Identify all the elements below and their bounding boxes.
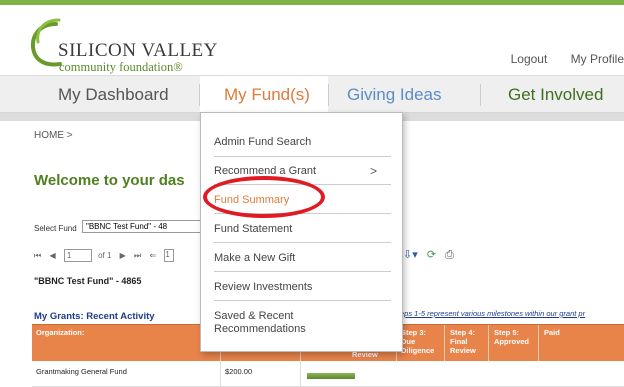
page-root: SILICON VALLEY community foundation® Log… bbox=[0, 0, 624, 387]
col-divider bbox=[300, 362, 301, 387]
menu-item-saved-recommendations[interactable]: Saved & Recent Recommendations bbox=[214, 310, 344, 336]
page-count-text: of 1 bbox=[98, 251, 112, 260]
grants-steps-note[interactable]: eps 1-5 represent various milestones wit… bbox=[400, 309, 585, 318]
col-paid: Paid bbox=[544, 328, 560, 337]
col-divider bbox=[538, 325, 539, 362]
nav-divider bbox=[480, 84, 481, 106]
prev-page-icon[interactable]: ◀ bbox=[49, 251, 55, 260]
menu-divider bbox=[214, 156, 391, 157]
report-pager: ⏮ ◀ 1 of 1 ▶ ⏭ ⇐ 1 bbox=[34, 249, 175, 265]
print-icon[interactable]: ⎙ bbox=[445, 249, 454, 261]
highlight-circle bbox=[203, 176, 325, 218]
col-divider bbox=[444, 325, 445, 362]
col-step3: Step 3: Due Diligence bbox=[401, 328, 435, 355]
chevron-right-icon: > bbox=[369, 164, 377, 178]
welcome-heading: Welcome to your das bbox=[34, 172, 185, 189]
menu-divider bbox=[214, 242, 391, 243]
row-organization[interactable]: Grantmaking General Fund bbox=[36, 367, 127, 376]
logo-title: SILICON VALLEY bbox=[58, 40, 218, 61]
page-number-input[interactable]: 1 bbox=[63, 249, 92, 262]
main-nav: My Dashboard My Fund(s) Giving Ideas Get… bbox=[0, 75, 624, 114]
next-page-icon[interactable]: ▶ bbox=[120, 251, 126, 260]
nav-giving-ideas[interactable]: Giving Ideas bbox=[347, 76, 442, 114]
select-fund-dropdown[interactable]: "BBNC Test Fund" - 48 bbox=[82, 220, 212, 233]
grants-section-title: My Grants: Recent Activity bbox=[34, 311, 155, 322]
col-step4: Step 4: Final Review bbox=[450, 328, 476, 355]
last-page-icon[interactable]: ⏭ bbox=[134, 251, 141, 261]
zoom-input[interactable]: 1 bbox=[164, 249, 175, 262]
col-divider bbox=[488, 325, 489, 362]
menu-item-make-new-gift[interactable]: Make a New Gift bbox=[214, 252, 391, 265]
menu-divider bbox=[214, 271, 391, 272]
header-links: Logout My Profile bbox=[491, 52, 624, 66]
select-fund-label: Select Fund bbox=[34, 224, 77, 233]
top-accent-bar bbox=[0, 0, 624, 5]
col-divider bbox=[220, 362, 221, 387]
back-icon[interactable]: ⇐ bbox=[149, 251, 156, 260]
logout-link[interactable]: Logout bbox=[511, 52, 548, 66]
logo-registered-mark: ® bbox=[173, 60, 183, 74]
breadcrumb[interactable]: HOME > bbox=[34, 130, 73, 141]
nav-my-funds[interactable]: My Fund(s) bbox=[200, 76, 328, 114]
export-icon[interactable]: ⇩▾ bbox=[403, 249, 418, 261]
col-step5: Step 5: Approved bbox=[494, 328, 530, 346]
menu-item-fund-statement[interactable]: Fund Statement bbox=[214, 223, 391, 236]
menu-item-admin-fund-search[interactable]: Admin Fund Search bbox=[214, 136, 391, 149]
fund-name: "BBNC Test Fund" - 4865 bbox=[34, 276, 142, 286]
row-amount: $200.00 bbox=[225, 367, 253, 376]
nav-divider bbox=[328, 84, 329, 106]
menu-divider bbox=[214, 300, 391, 301]
grant-progress-fill bbox=[307, 373, 355, 379]
logo-subtitle-text: community foundation bbox=[59, 60, 174, 74]
table-row[interactable]: Grantmaking General Fund $200.00 bbox=[32, 362, 624, 387]
my-profile-link[interactable]: My Profile bbox=[571, 52, 624, 66]
menu-item-review-investments[interactable]: Review Investments bbox=[214, 281, 391, 294]
nav-get-involved[interactable]: Get Involved bbox=[508, 76, 603, 114]
logo-subtitle: community foundation® bbox=[59, 60, 183, 75]
refresh-icon[interactable]: ⟳ bbox=[427, 249, 436, 261]
report-toolbar: ⇩▾ ⟳ ⎙ bbox=[403, 248, 460, 262]
svcf-logo[interactable]: SILICON VALLEY community foundation® bbox=[28, 18, 228, 74]
menu-item-recommend-grant[interactable]: Recommend a Grant > bbox=[214, 165, 391, 178]
col-organization: Organization: bbox=[36, 328, 85, 337]
nav-my-dashboard[interactable]: My Dashboard bbox=[58, 76, 169, 114]
my-funds-dropdown-menu: Admin Fund Search Recommend a Grant > Fu… bbox=[200, 112, 403, 352]
first-page-icon[interactable]: ⏮ bbox=[34, 251, 41, 261]
grant-progress-bar bbox=[307, 373, 355, 379]
